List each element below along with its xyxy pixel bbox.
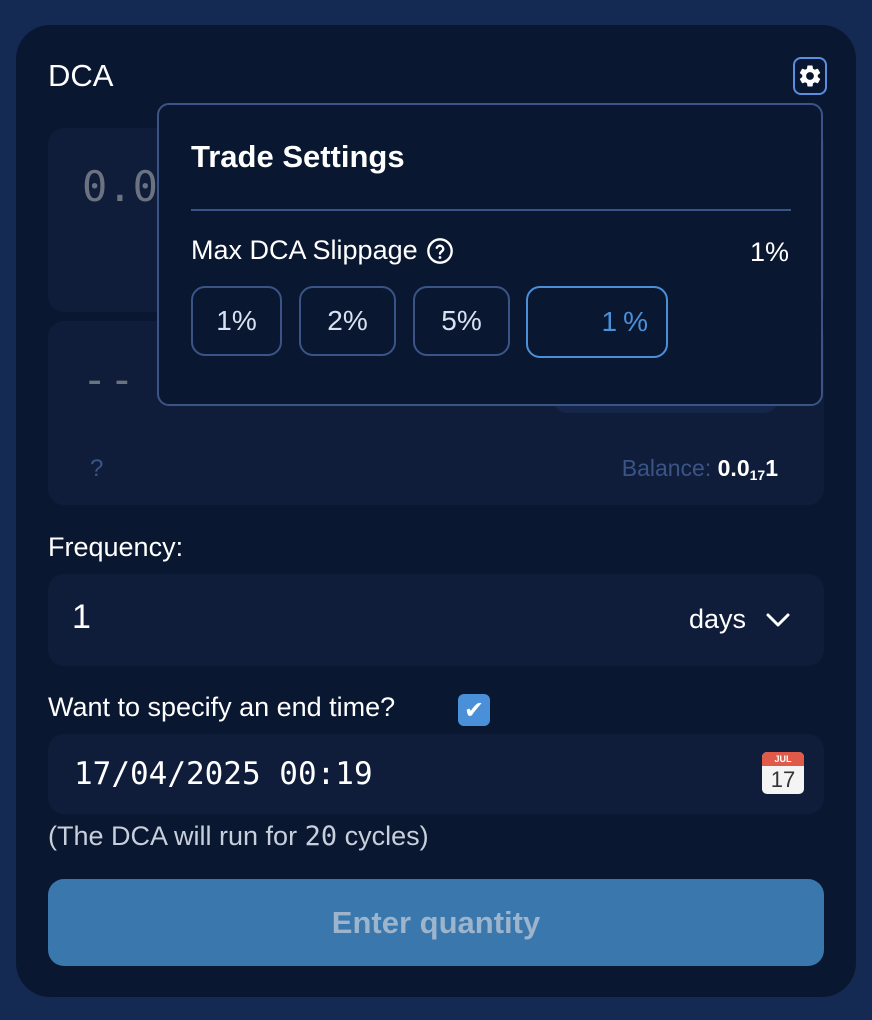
balance-label: Balance:: [621, 455, 712, 481]
end-time-field: 17/04/2025 00:19 JUL 17: [48, 734, 824, 814]
frequency-input[interactable]: 1: [72, 598, 91, 637]
calendar-month: JUL: [762, 752, 804, 766]
cycles-suffix: cycles): [337, 821, 429, 851]
page-title: DCA: [48, 58, 114, 93]
cycles-prefix: (The DCA will run for: [48, 821, 305, 851]
divider: [191, 209, 791, 211]
frequency-field: 1 days: [48, 574, 824, 666]
cycles-count: 20: [304, 821, 338, 852]
custom-slippage-input[interactable]: 1 %: [526, 286, 668, 358]
frequency-unit-select[interactable]: days: [689, 604, 792, 635]
frequency-unit-label: days: [688, 604, 746, 634]
custom-slippage-value[interactable]: 1: [602, 306, 618, 338]
slippage-option-2[interactable]: 2%: [299, 286, 396, 356]
end-time-checkbox[interactable]: ✔: [458, 694, 490, 726]
calendar-day: 17: [770, 767, 796, 792]
balance-value-prefix: 0.0: [717, 455, 750, 481]
balance-value[interactable]: 0.0171: [717, 455, 778, 483]
slippage-option-1[interactable]: 1%: [191, 286, 282, 356]
end-time-input[interactable]: 17/04/2025 00:19: [74, 756, 373, 792]
from-amount-input[interactable]: 0.0: [82, 162, 158, 211]
calendar-icon[interactable]: JUL 17: [762, 752, 804, 794]
balance-value-zero-count: 17: [749, 467, 766, 483]
chevron-down-icon: [766, 613, 790, 626]
to-amount-value: --: [82, 355, 137, 404]
frequency-label: Frequency:: [48, 532, 184, 562]
gear-icon: [799, 65, 821, 87]
cycles-info: (The DCA will run for 20 cycles): [48, 821, 429, 852]
unknown-token-mark: ?: [90, 455, 104, 482]
balance-value-suffix: 1: [765, 455, 778, 481]
balance-display: Balance: 0.0171: [622, 455, 778, 483]
settings-button[interactable]: [793, 57, 827, 95]
trade-settings-popover: Trade Settings Max DCA Slippage 1% 1% 2%…: [157, 103, 823, 406]
enter-quantity-button[interactable]: Enter quantity: [48, 879, 824, 966]
slippage-option-5[interactable]: 5%: [413, 286, 510, 356]
custom-slippage-unit: %: [623, 306, 648, 337]
end-time-label: Want to specify an end time?: [48, 692, 396, 722]
slippage-value: 1%: [749, 237, 789, 267]
question-circle-icon[interactable]: [426, 237, 454, 265]
slippage-label-row: Max DCA Slippage: [191, 235, 454, 266]
trade-settings-title: Trade Settings: [191, 139, 405, 174]
slippage-label: Max DCA Slippage: [191, 235, 418, 265]
